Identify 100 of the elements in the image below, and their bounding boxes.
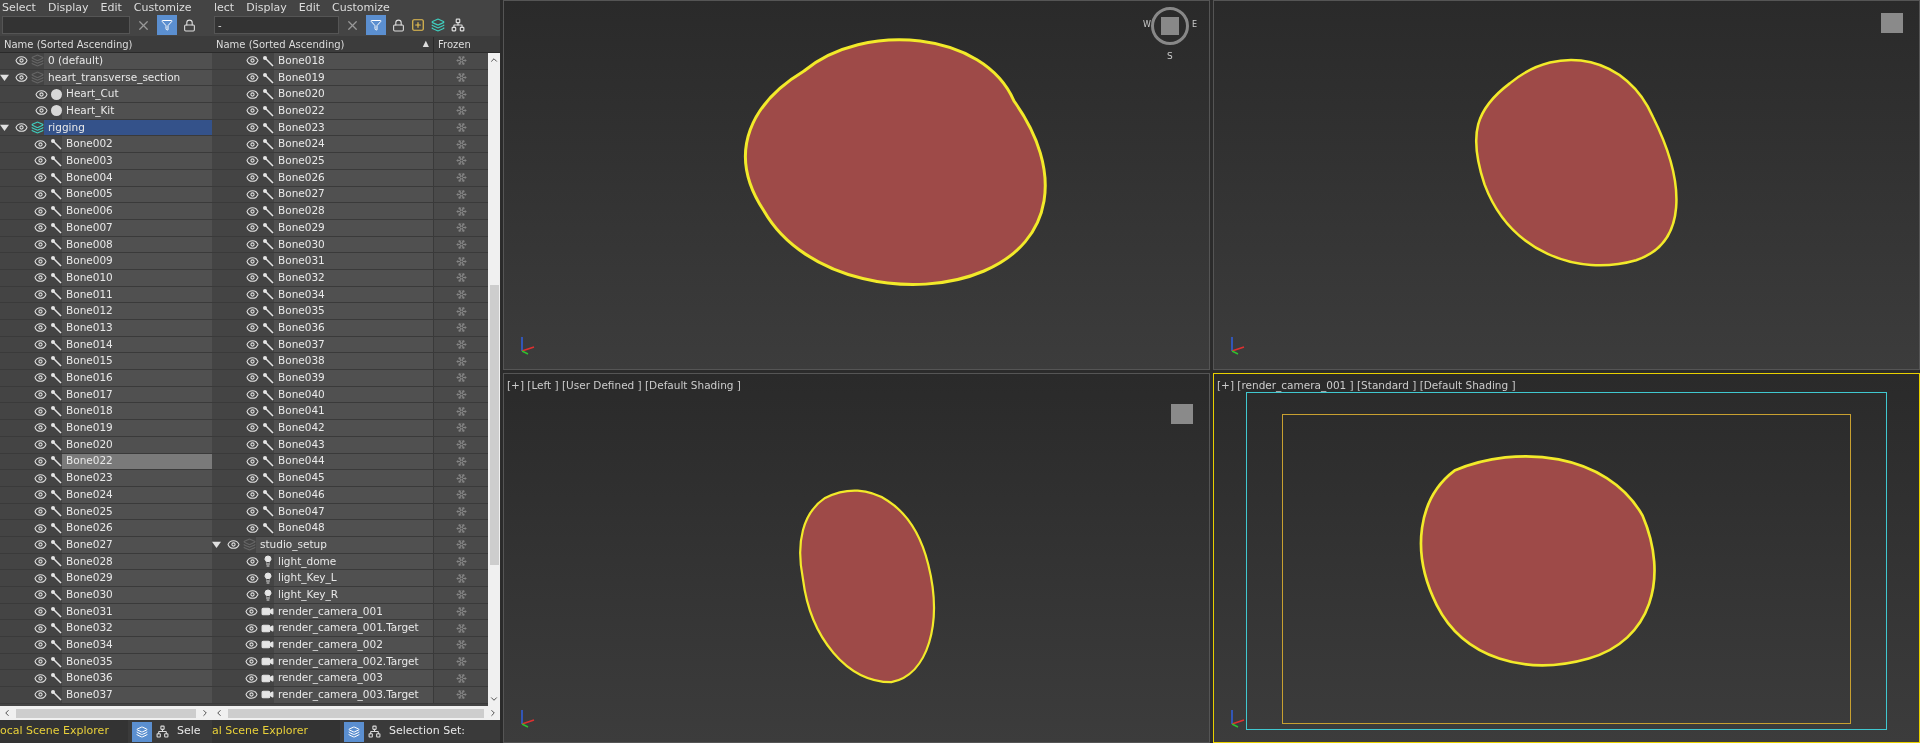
visibility-eye-icon[interactable]	[34, 588, 47, 602]
tree-item[interactable]: render_camera_003.Target	[274, 687, 433, 703]
visibility-eye-icon[interactable]	[34, 554, 47, 568]
menu-item[interactable]: Customize	[332, 1, 390, 13]
column-header[interactable]: Name (Sorted Ascending)	[0, 36, 212, 52]
visibility-eye-icon[interactable]	[34, 171, 47, 185]
tree-item[interactable]: Bone013	[62, 320, 212, 336]
tree-item[interactable]: render_camera_002	[274, 637, 433, 653]
menu-item[interactable]: Edit	[298, 1, 321, 13]
visibility-eye-icon[interactable]	[246, 488, 259, 502]
visibility-eye-icon[interactable]	[34, 438, 47, 452]
tree-item[interactable]: Bone022	[274, 103, 433, 119]
tree-item[interactable]: light_Key_L	[274, 570, 433, 586]
visibility-eye-icon[interactable]	[34, 404, 47, 418]
visibility-eye-icon[interactable]	[245, 655, 258, 669]
collapse-arrow-icon[interactable]	[0, 73, 9, 83]
visibility-eye-icon[interactable]	[246, 521, 259, 535]
search-field[interactable]	[2, 16, 130, 34]
viewcube-drawing[interactable]	[1151, 7, 1189, 45]
tree-item[interactable]: Bone032	[62, 620, 212, 637]
menu-item[interactable]: lect	[214, 1, 235, 13]
filter-button[interactable]	[366, 15, 386, 35]
menu-item[interactable]: Edit	[100, 1, 122, 13]
visibility-eye-icon[interactable]	[34, 237, 47, 251]
visibility-eye-icon[interactable]	[246, 571, 259, 585]
viewport[interactable]: [+] [Left ] [User Defined ] [Default Shading ]	[503, 373, 1210, 743]
visibility-eye-icon[interactable]	[246, 121, 259, 135]
visibility-eye-icon[interactable]	[34, 221, 47, 235]
tree-item[interactable]: Bone038	[274, 353, 433, 370]
tree-item[interactable]: render_camera_003	[274, 670, 433, 687]
visibility-eye-icon[interactable]	[34, 354, 47, 368]
visibility-eye-icon[interactable]	[246, 287, 259, 301]
menu-item[interactable]: Customize	[133, 1, 192, 13]
search-field[interactable]: -	[214, 16, 339, 34]
visibility-eye-icon[interactable]	[35, 87, 48, 101]
visibility-eye-icon[interactable]	[34, 254, 47, 268]
visibility-eye-icon[interactable]	[246, 237, 259, 251]
tree-item[interactable]: Bone019	[62, 420, 212, 436]
visibility-eye-icon[interactable]	[246, 271, 259, 285]
filter-button[interactable]	[157, 15, 177, 35]
collapse-arrow-icon[interactable]	[212, 540, 221, 550]
visibility-eye-icon[interactable]	[246, 87, 259, 101]
explorer-dropdown[interactable]: ocal Scene Explorer	[0, 720, 128, 743]
visibility-eye-icon[interactable]	[246, 471, 259, 485]
collapse-arrow-icon[interactable]	[0, 123, 9, 133]
visibility-eye-icon[interactable]	[34, 287, 47, 301]
visibility-eye-icon[interactable]	[34, 321, 47, 335]
menu-item[interactable]: Select	[2, 1, 36, 13]
visibility-eye-icon[interactable]	[245, 621, 258, 635]
horizontal-scrollbar[interactable]	[212, 706, 500, 720]
viewport[interactable]: [+] [render_camera_001 ] [Standard ] [Default Shading ]	[1213, 373, 1920, 743]
tree-item[interactable]: Bone018	[62, 403, 212, 420]
visibility-eye-icon[interactable]	[34, 538, 47, 552]
visibility-eye-icon[interactable]	[246, 504, 259, 518]
visibility-eye-icon[interactable]	[34, 304, 47, 318]
hierarchy-icon[interactable]	[368, 725, 381, 738]
visibility-eye-icon[interactable]	[34, 204, 47, 218]
visibility-eye-icon[interactable]	[34, 521, 47, 535]
visibility-eye-icon[interactable]	[245, 688, 258, 702]
visibility-eye-icon[interactable]	[227, 538, 240, 552]
visibility-eye-icon[interactable]	[34, 605, 47, 619]
visibility-eye-icon[interactable]	[15, 54, 28, 68]
visibility-eye-icon[interactable]	[34, 638, 47, 652]
visibility-eye-icon[interactable]	[34, 471, 47, 485]
tree-item[interactable]: Heart_Cut	[62, 86, 212, 103]
visibility-eye-icon[interactable]	[246, 204, 259, 218]
scroll-right-icon[interactable]	[200, 708, 210, 718]
tree-item[interactable]: Bone030	[62, 587, 212, 603]
menu-item[interactable]: Display	[47, 1, 89, 13]
visibility-eye-icon[interactable]	[246, 338, 259, 352]
vertical-scrollbar[interactable]	[488, 53, 500, 706]
tree-item[interactable]: Bone012	[62, 303, 212, 319]
tree-item[interactable]: Bone026	[62, 520, 212, 536]
visibility-eye-icon[interactable]	[246, 187, 259, 201]
horizontal-scrollbar[interactable]	[0, 706, 212, 720]
layer-explorer-button[interactable]	[132, 721, 152, 742]
viewport-label[interactable]: [+] [Left ] [User Defined ] [Default Shading ]	[507, 378, 741, 394]
tree-item[interactable]: Bone028	[274, 203, 433, 219]
tree-item[interactable]: 0 (default)	[44, 53, 212, 69]
add-layer-icon[interactable]	[411, 18, 425, 32]
tree-item[interactable]: light_Key_R	[274, 587, 433, 603]
lock-icon[interactable]	[392, 18, 405, 32]
tree-item[interactable]: render_camera_001.Target	[274, 620, 433, 637]
visibility-eye-icon[interactable]	[246, 154, 259, 168]
scroll-right-icon[interactable]	[488, 708, 498, 718]
explorer-dropdown[interactable]: al Scene Explorer	[212, 720, 340, 743]
column-header[interactable]: Frozen	[433, 36, 500, 52]
visibility-eye-icon[interactable]	[34, 137, 47, 151]
scroll-left-icon[interactable]	[2, 708, 12, 718]
visibility-eye-icon[interactable]	[34, 154, 47, 168]
layers-icon[interactable]	[431, 18, 445, 32]
visibility-eye-icon[interactable]	[245, 605, 258, 619]
tree-item[interactable]: Bone037	[62, 687, 212, 703]
tree-item[interactable]: Bone042	[274, 420, 433, 436]
tree-item[interactable]: Bone029	[62, 570, 212, 586]
tree-item[interactable]: Bone018	[274, 53, 433, 69]
tree-item[interactable]: Bone025	[274, 153, 433, 169]
tree-item[interactable]: Bone041	[274, 403, 433, 420]
visibility-eye-icon[interactable]	[246, 54, 259, 68]
tree-item[interactable]: Bone036	[274, 320, 433, 336]
